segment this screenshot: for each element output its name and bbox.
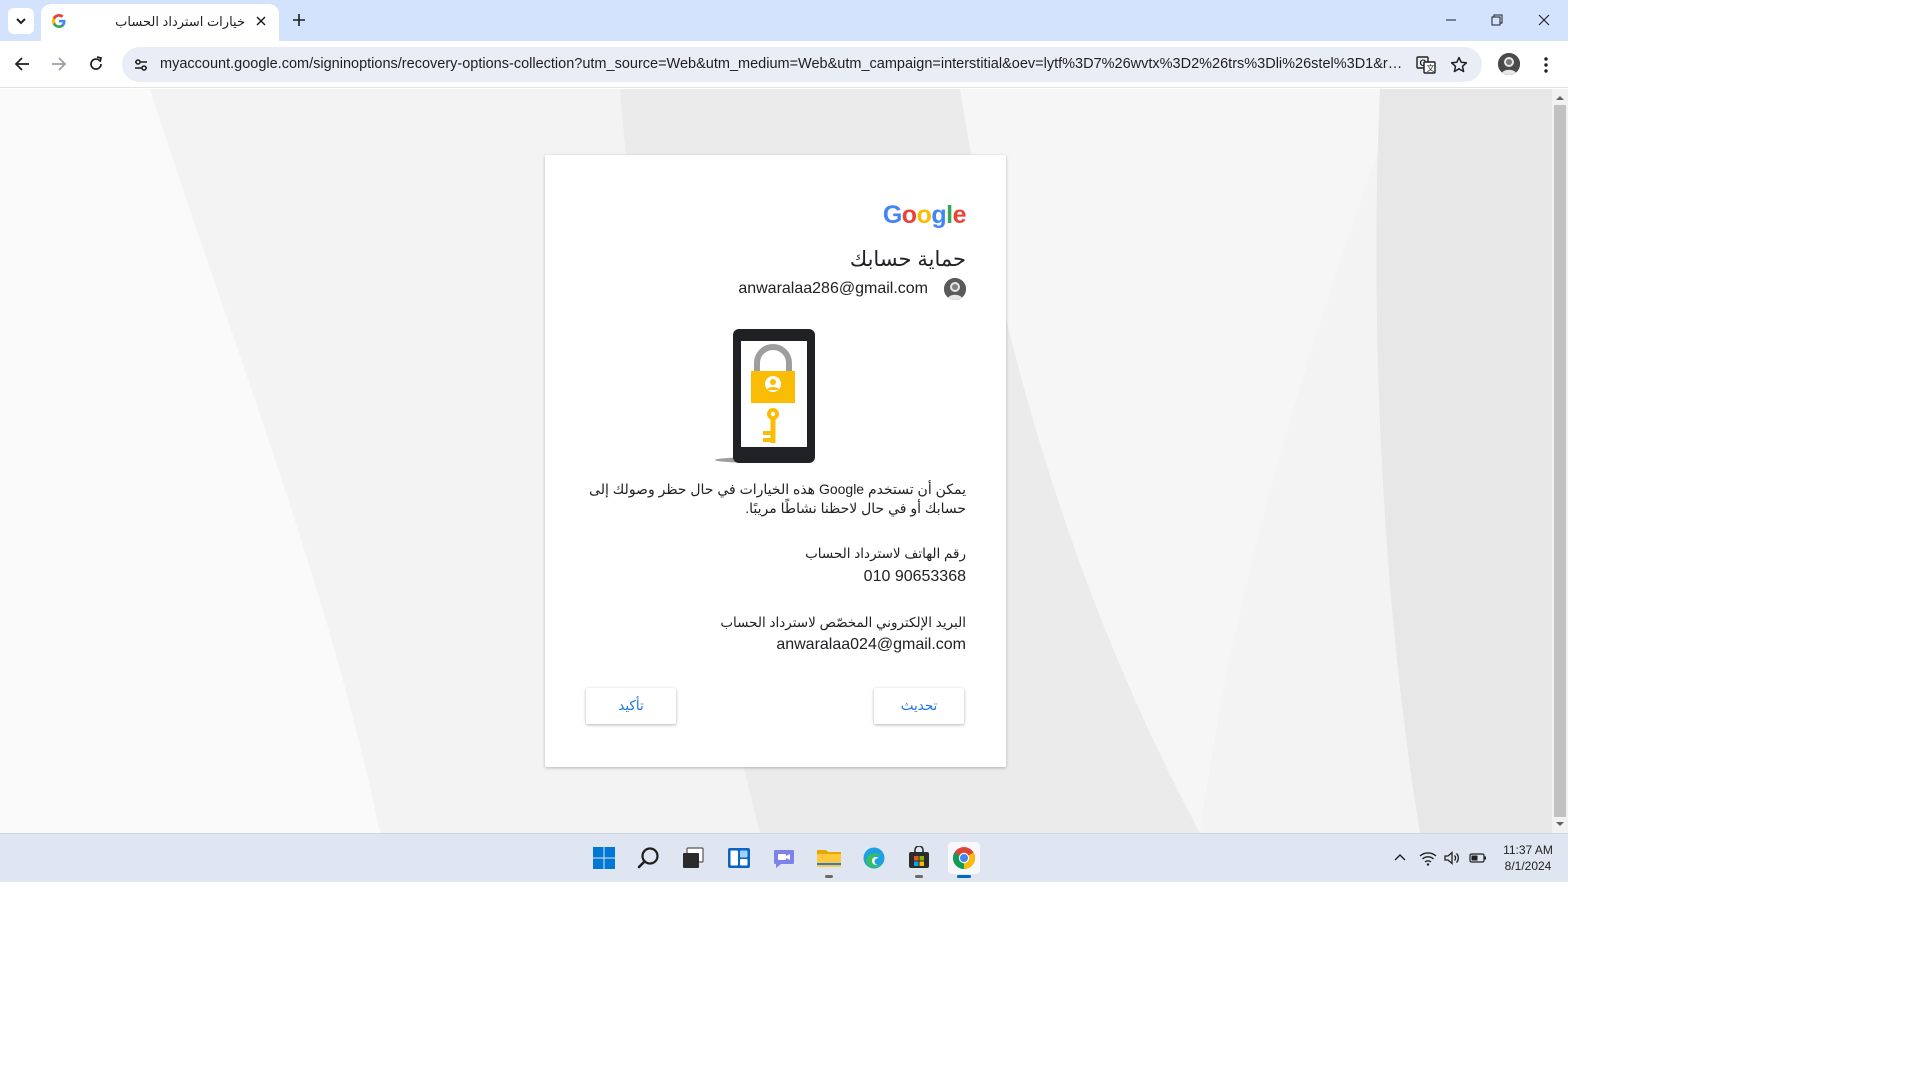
logo-letter: o <box>901 201 917 229</box>
chrome-button[interactable] <box>948 842 980 878</box>
scroll-up-icon[interactable] <box>1556 94 1564 102</box>
back-button[interactable] <box>8 50 36 78</box>
avatar-icon <box>1498 53 1520 75</box>
scroll-down-icon[interactable] <box>1556 820 1564 828</box>
start-button[interactable] <box>588 842 620 874</box>
edge-button[interactable] <box>858 842 890 874</box>
star-icon <box>1450 56 1468 73</box>
store-icon <box>909 846 929 868</box>
description-text: يمكن أن تستخدم Google هذه الخيارات في حا… <box>589 481 966 516</box>
plus-icon <box>293 14 305 26</box>
browser-menu-button[interactable] <box>1534 53 1558 77</box>
tune-icon <box>135 59 147 71</box>
translate-button[interactable]: G文 <box>1414 53 1438 77</box>
bookmark-button[interactable] <box>1447 53 1471 77</box>
account-email: anwaralaa286@gmail.com <box>738 280 928 297</box>
volume-button[interactable] <box>1442 848 1462 868</box>
network-button[interactable] <box>1418 848 1438 868</box>
taskbar-clock[interactable]: 11:37 AM 8/1/2024 <box>1496 842 1560 874</box>
new-tab-button[interactable] <box>288 9 310 31</box>
browser-toolbar: myaccount.google.com/signinoptions/recov… <box>0 41 1568 88</box>
close-icon <box>256 16 266 26</box>
file-explorer-icon <box>817 850 841 867</box>
minimize-button[interactable] <box>1436 6 1466 34</box>
task-view-icon <box>683 847 704 868</box>
reload-button[interactable] <box>82 50 110 78</box>
active-indicator <box>957 875 971 878</box>
page-title: حماية حسابك <box>849 248 966 271</box>
teams-chat-button[interactable] <box>768 842 800 874</box>
start-icon <box>593 847 615 869</box>
clock-date: 8/1/2024 <box>1504 859 1552 873</box>
avatar-icon <box>944 278 966 300</box>
confirm-button[interactable]: تأكيد <box>586 688 676 724</box>
browser-tab-strip: خيارات استرداد الحساب <box>0 0 1568 41</box>
google-favicon-icon <box>52 14 66 28</box>
chevron-down-icon <box>16 18 26 25</box>
restore-button[interactable] <box>1482 6 1512 34</box>
battery-button[interactable] <box>1468 848 1488 868</box>
update-button[interactable]: تحديث <box>874 688 964 724</box>
page-scrollbar[interactable] <box>1552 89 1568 833</box>
avatar <box>944 278 966 300</box>
address-bar[interactable]: myaccount.google.com/signinoptions/recov… <box>122 47 1482 82</box>
account-protection-card: Google حماية حسابك anwaralaa286@gmail.co… <box>545 155 1006 767</box>
taskbar: 11:37 AM 8/1/2024 <box>0 833 1568 882</box>
task-view-button[interactable] <box>677 842 709 874</box>
widgets-button[interactable] <box>723 842 755 874</box>
recovery-email-value: anwaralaa024@gmail.com <box>776 636 966 653</box>
recovery-phone-label: رقم الهاتف لاسترداد الحساب <box>805 546 966 561</box>
teams-chat-icon <box>774 850 794 868</box>
wifi-icon <box>1419 852 1437 866</box>
phone-lock-illustration <box>715 329 815 463</box>
minimize-icon <box>1446 19 1456 21</box>
show-hidden-icons-button[interactable] <box>1390 848 1410 868</box>
logo-letter: G <box>882 201 902 229</box>
chrome-icon <box>953 847 975 869</box>
recovery-email-label: البريد الإلكتروني المخصّص لاسترداد الحسا… <box>720 615 966 630</box>
url-text[interactable]: myaccount.google.com/signinoptions/recov… <box>160 56 1405 72</box>
page-content: Google حماية حسابك anwaralaa286@gmail.co… <box>0 89 1552 833</box>
store-button[interactable] <box>903 842 935 878</box>
running-indicator <box>915 875 923 878</box>
close-tab-button[interactable] <box>253 13 269 29</box>
site-info-button[interactable] <box>130 54 152 76</box>
chevron-up-icon <box>1394 854 1406 861</box>
arrow-right-icon <box>52 57 67 71</box>
battery-icon <box>1469 853 1486 863</box>
svg-text:文: 文 <box>1427 63 1435 73</box>
reload-icon <box>90 56 103 70</box>
more-vertical-icon <box>1544 57 1548 73</box>
account-chip: anwaralaa286@gmail.com <box>738 277 966 301</box>
tab-search-button[interactable] <box>8 8 34 34</box>
running-indicator <box>825 875 833 878</box>
taskbar-search-button[interactable] <box>633 842 665 874</box>
logo-letter: e <box>952 201 967 229</box>
file-explorer-button[interactable] <box>813 842 845 878</box>
logo-letter: g <box>931 201 947 229</box>
scrollbar-thumb[interactable] <box>1554 105 1566 817</box>
edge-icon <box>863 847 885 869</box>
clock-time: 11:37 AM <box>1503 843 1553 857</box>
arrow-left-icon <box>14 57 29 71</box>
close-icon <box>1538 14 1550 26</box>
forward-button[interactable] <box>45 50 73 78</box>
speaker-icon <box>1444 851 1459 865</box>
widgets-icon <box>728 848 750 868</box>
restore-icon <box>1491 14 1503 26</box>
logo-letter: o <box>916 201 932 229</box>
browser-tab-active[interactable]: خيارات استرداد الحساب <box>41 4 279 41</box>
close-window-button[interactable] <box>1529 6 1559 34</box>
search-icon <box>637 847 659 869</box>
profile-avatar-button[interactable] <box>1498 53 1520 75</box>
recovery-phone-value: 010 90653368 <box>863 568 966 585</box>
google-logo: Google <box>882 201 967 230</box>
tab-title: خيارات استرداد الحساب <box>115 14 245 29</box>
translate-icon: G文 <box>1416 56 1436 74</box>
